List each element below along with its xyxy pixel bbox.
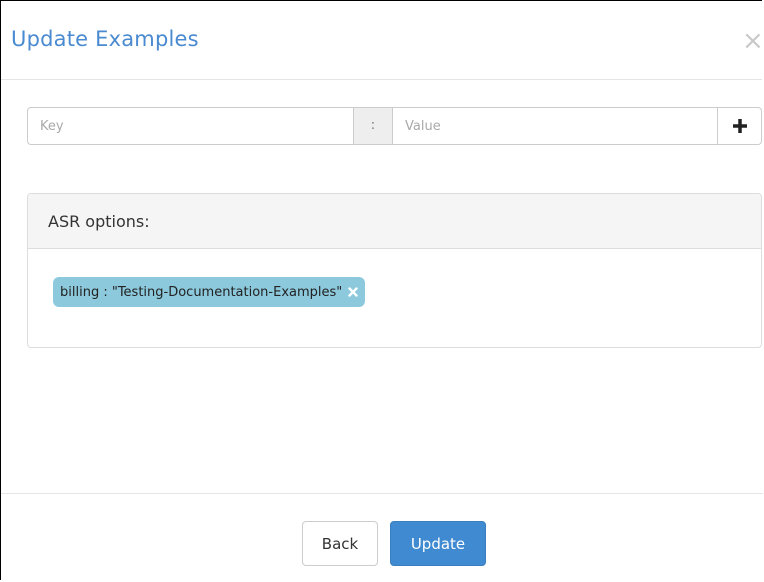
key-input[interactable] <box>27 107 354 145</box>
option-tag-label: billing : "Testing-Documentation-Example… <box>60 284 343 300</box>
option-tag: billing : "Testing-Documentation-Example… <box>53 277 366 307</box>
close-icon <box>348 287 358 297</box>
panel-heading: ASR options: <box>28 194 761 249</box>
key-value-input-group: : <box>27 107 762 145</box>
update-examples-modal: Update Examples × : ASR options: billing… <box>0 0 764 581</box>
close-icon[interactable]: × <box>742 27 764 55</box>
modal-footer: Back Update <box>1 493 763 581</box>
add-option-button[interactable] <box>718 107 762 145</box>
key-value-separator: : <box>354 107 392 145</box>
plus-icon <box>732 119 747 133</box>
tag-remove-button[interactable] <box>347 286 359 298</box>
modal-header: Update Examples × <box>1 1 764 80</box>
update-button[interactable]: Update <box>390 521 486 566</box>
value-input[interactable] <box>392 107 718 145</box>
modal-title: Update Examples <box>11 27 199 51</box>
asr-options-panel: ASR options: billing : "Testing-Document… <box>27 193 762 348</box>
back-button[interactable]: Back <box>302 521 378 566</box>
